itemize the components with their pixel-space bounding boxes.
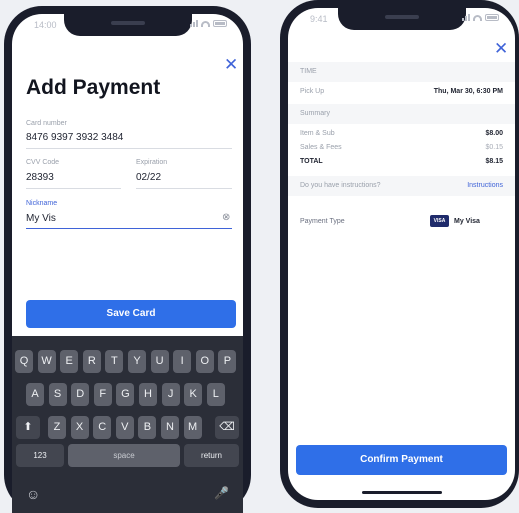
pickup-label: Pick Up bbox=[300, 88, 325, 95]
delete-key[interactable]: ⌫ bbox=[215, 416, 239, 439]
payment-type-label: Payment Type bbox=[300, 218, 345, 225]
key-v[interactable]: V bbox=[115, 416, 134, 439]
wifi-icon bbox=[473, 14, 482, 21]
status-time: 14:00 bbox=[34, 20, 57, 30]
expiration-field[interactable]: 02/22 bbox=[136, 172, 161, 183]
card-number-label: Card number bbox=[26, 120, 67, 127]
emoji-icon[interactable]: ☺ bbox=[26, 486, 40, 502]
fees-label: Sales & Fees bbox=[300, 144, 342, 151]
key-k[interactable]: K bbox=[184, 383, 203, 406]
close-icon[interactable]: ✕ bbox=[224, 56, 238, 73]
nickname-underline bbox=[26, 228, 232, 229]
key-w[interactable]: W bbox=[37, 350, 56, 373]
add-payment-phone: 14:00 ✕ Add Payment Card number 8476 939… bbox=[4, 6, 251, 513]
wifi-icon bbox=[201, 20, 210, 27]
key-a[interactable]: A bbox=[26, 383, 44, 406]
status-time: 9:41 bbox=[310, 14, 328, 24]
visa-icon: VISA bbox=[430, 215, 449, 227]
key-c[interactable]: C bbox=[93, 416, 112, 439]
key-z[interactable]: Z bbox=[48, 416, 66, 439]
payment-card-name[interactable]: My Visa bbox=[454, 218, 480, 225]
clear-text-icon[interactable]: ⊗ bbox=[222, 212, 230, 223]
instructions-label: Do you have instructions? bbox=[300, 182, 381, 189]
key-j[interactable]: J bbox=[161, 383, 180, 406]
key-m[interactable]: M bbox=[183, 416, 202, 439]
expiration-underline bbox=[136, 188, 232, 189]
add-payment-screen: 14:00 ✕ Add Payment Card number 8476 939… bbox=[12, 14, 243, 513]
fees-value: $0.15 bbox=[485, 144, 503, 151]
card-number-field[interactable]: 8476 9397 3932 3484 bbox=[26, 132, 123, 143]
signal-icon bbox=[462, 14, 470, 21]
total-value: $8.15 bbox=[485, 158, 503, 165]
card-number-underline bbox=[26, 148, 232, 149]
keyboard: QWERTYUIOP ASDFGHJKL ZXCVBNM ⬆ ⌫ 123 spa… bbox=[12, 336, 243, 513]
key-y[interactable]: Y bbox=[128, 350, 146, 373]
key-p[interactable]: P bbox=[218, 350, 237, 373]
space-key[interactable]: space bbox=[68, 444, 180, 467]
key-x[interactable]: X bbox=[70, 416, 89, 439]
status-icons bbox=[462, 14, 499, 21]
save-card-button[interactable]: Save Card bbox=[26, 300, 236, 328]
microphone-icon[interactable]: 🎤 bbox=[214, 486, 229, 500]
key-b[interactable]: B bbox=[138, 416, 157, 439]
key-g[interactable]: G bbox=[116, 383, 135, 406]
confirm-payment-screen: 9:41 ✕ TIME Pick Up Thu, Mar 30, 6:30 PM… bbox=[288, 8, 515, 500]
cvc-label: CVV Code bbox=[26, 159, 60, 166]
key-h[interactable]: H bbox=[139, 383, 157, 406]
notch bbox=[337, 8, 466, 30]
confirm-payment-button[interactable]: Confirm Payment bbox=[296, 445, 507, 475]
pickup-value: Thu, Mar 30, 6:30 PM bbox=[433, 88, 503, 95]
nickname-label: Nickname bbox=[26, 200, 58, 207]
battery-icon bbox=[485, 14, 499, 21]
total-label: TOTAL bbox=[300, 158, 323, 165]
key-u[interactable]: U bbox=[150, 350, 169, 373]
numbers-key[interactable]: 123 bbox=[16, 444, 64, 467]
key-e[interactable]: E bbox=[60, 350, 79, 373]
key-f[interactable]: F bbox=[93, 383, 112, 406]
key-t[interactable]: T bbox=[105, 350, 124, 373]
nickname-field[interactable]: My Vis bbox=[26, 213, 56, 224]
key-d[interactable]: D bbox=[71, 383, 90, 406]
shift-key[interactable]: ⬆ bbox=[16, 416, 40, 439]
time-section-label: TIME bbox=[300, 68, 317, 75]
key-r[interactable]: R bbox=[82, 350, 101, 373]
key-i[interactable]: I bbox=[173, 350, 192, 373]
page-title: Add Payment bbox=[26, 76, 161, 99]
summary-label: Summary bbox=[300, 110, 330, 117]
expiration-label: Expiration bbox=[136, 159, 168, 166]
key-q[interactable]: Q bbox=[15, 350, 33, 373]
key-l[interactable]: L bbox=[206, 383, 225, 406]
cvc-underline bbox=[26, 188, 121, 189]
key-n[interactable]: N bbox=[161, 416, 179, 439]
subtotal-label: Item & Sub bbox=[300, 130, 335, 137]
close-icon[interactable]: ✕ bbox=[494, 40, 508, 57]
return-key[interactable]: return bbox=[184, 444, 239, 467]
key-s[interactable]: S bbox=[48, 383, 67, 406]
instructions-link[interactable]: Instructions bbox=[467, 182, 503, 189]
time-section-header bbox=[288, 62, 515, 82]
key-o[interactable]: O bbox=[195, 350, 214, 373]
subtotal-value: $8.00 bbox=[485, 130, 503, 137]
signal-icon bbox=[190, 20, 198, 27]
status-icons bbox=[190, 20, 227, 27]
cvc-field[interactable]: 28393 bbox=[26, 172, 54, 183]
home-indicator bbox=[361, 491, 442, 494]
battery-icon bbox=[213, 20, 227, 27]
confirm-payment-phone: 9:41 ✕ TIME Pick Up Thu, Mar 30, 6:30 PM… bbox=[280, 0, 519, 508]
notch bbox=[63, 14, 192, 36]
